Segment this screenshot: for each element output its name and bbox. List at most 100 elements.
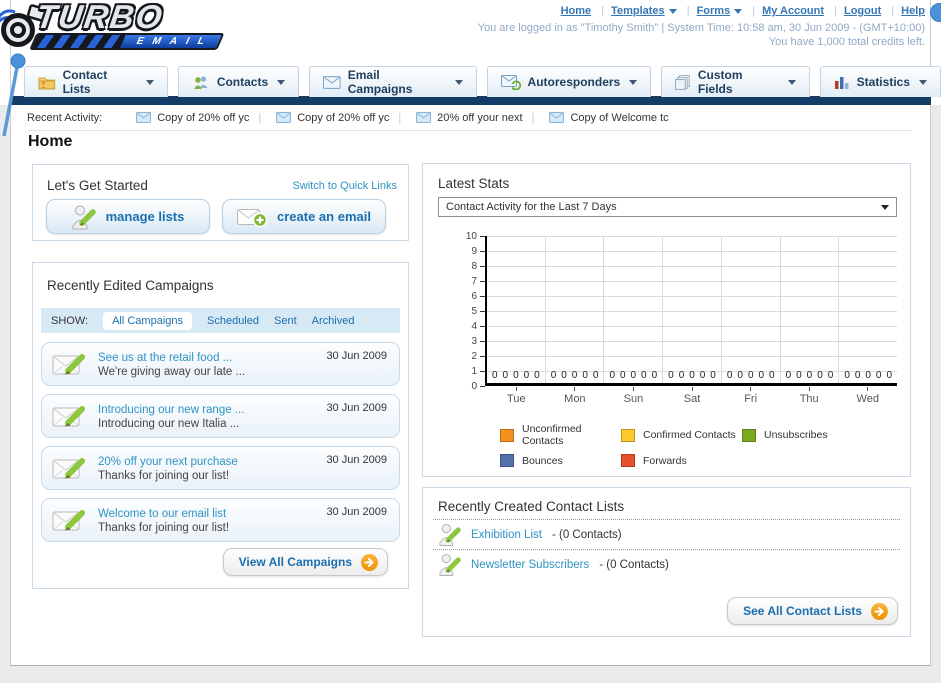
campaign-row[interactable]: Welcome to our email list Thanks for joi… <box>41 498 400 542</box>
top-nav-help[interactable]: Help <box>884 5 925 17</box>
contact-list-count: - (0 Contacts) <box>551 528 622 541</box>
session-info: You are logged in as "Timothy Smith" | S… <box>478 21 925 49</box>
campaign-row[interactable]: 20% off your next purchase Thanks for jo… <box>41 446 400 490</box>
bar-value-labels: 00000 <box>609 370 658 381</box>
contact-lists-card: Recently Created Contact Lists Exhibitio… <box>422 487 911 637</box>
tab-custom-fields[interactable]: Custom Fields <box>661 66 810 97</box>
y-tick: 5 <box>457 306 485 317</box>
recent-activity-text: Copy of 20% off yc <box>157 111 250 124</box>
legend-item: Bounces <box>500 454 621 467</box>
main-nav-tabs: Contact Lists Contacts Email Campaigns A… <box>24 66 941 97</box>
recent-activity-text: Copy of Welcome tc <box>570 111 669 124</box>
top-nav-forms[interactable]: Forms <box>680 5 743 17</box>
y-tick: 4 <box>457 321 485 332</box>
get-started-buttons: manage lists create an email <box>46 199 386 234</box>
campaign-list: See us at the retail food ... We're givi… <box>41 342 400 542</box>
x-tick-label: Mon <box>546 387 605 405</box>
tab-email-campaigns[interactable]: Email Campaigns <box>309 66 477 97</box>
tab-contact-lists[interactable]: Contact Lists <box>24 66 168 97</box>
contact-activity-chart: 10 9 8 7 6 5 4 3 2 1 0 000000000000000000000000000… <box>438 231 897 467</box>
legend-swatch <box>621 454 635 467</box>
tab-autoresponders[interactable]: Autoresponders <box>486 66 652 97</box>
contact-list-row[interactable]: Newsletter Subscribers - (0 Contacts) <box>433 549 900 579</box>
create-email-button[interactable]: create an email <box>222 199 386 234</box>
stats-dropdown[interactable]: Contact Activity for the Last 7 Days <box>438 197 897 217</box>
stacked-pages-icon <box>675 74 690 90</box>
tab-label: Custom Fields <box>697 68 743 96</box>
y-tick: 1 <box>457 366 485 377</box>
arrow-right-icon <box>871 602 888 620</box>
arrow-right-icon <box>361 553 378 571</box>
create-email-label: create an email <box>277 209 371 224</box>
recent-activity-item[interactable]: Copy of 20% off yc <box>136 112 249 124</box>
people-icon <box>193 75 208 89</box>
bar-value-labels: 00000 <box>844 370 892 381</box>
y-tick: 3 <box>457 336 485 347</box>
contact-list-name-link[interactable]: Newsletter Subscribers <box>471 559 589 571</box>
filter-archived[interactable]: Archived <box>312 315 355 327</box>
person-edit-icon <box>439 523 461 546</box>
tab-contacts[interactable]: Contacts <box>177 66 300 97</box>
campaign-date: 30 Jun 2009 <box>326 402 387 414</box>
envelope-edit-icon <box>52 457 85 478</box>
latest-stats-card: Latest Stats Contact Activity for the La… <box>422 163 911 477</box>
brand-wordmark: TURBO EMAIL <box>29 0 227 50</box>
legend-swatch <box>500 428 514 442</box>
tab-label: Statistics <box>856 75 910 89</box>
contact-list-name-link[interactable]: Exhibition List <box>471 529 542 541</box>
see-all-contact-lists-button[interactable]: See All Contact Lists <box>727 597 898 625</box>
tab-label: Contacts <box>216 75 269 89</box>
campaigns-title: Recently Edited Campaigns <box>47 278 214 293</box>
top-nav-logout[interactable]: Logout <box>827 5 881 17</box>
y-tick: 6 <box>457 291 485 302</box>
campaign-date: 30 Jun 2009 <box>326 454 387 466</box>
contact-lists-title: Recently Created Contact Lists <box>438 499 625 514</box>
get-started-card: Let's Get Started Switch to Quick Links … <box>32 164 409 241</box>
chevron-down-icon <box>277 79 286 85</box>
chevron-down-icon <box>881 204 889 210</box>
session-line1: You are logged in as "Timothy Smith" | S… <box>477 22 925 34</box>
y-tick: 0 <box>457 381 485 392</box>
campaign-date: 30 Jun 2009 <box>326 350 387 362</box>
envelope-edit-icon <box>52 509 85 530</box>
top-nav-my-account[interactable]: My Account <box>745 5 824 17</box>
tab-label: Contact Lists <box>62 68 108 96</box>
contact-list-count: - (0 Contacts) <box>599 558 669 571</box>
chart-y-axis: 10 9 8 7 6 5 4 3 2 1 0 <box>438 231 485 392</box>
envelope-add-icon <box>237 208 268 227</box>
brand-logo[interactable]: TURBO EMAIL <box>0 0 225 50</box>
envelope-edit-icon <box>52 353 85 374</box>
top-nav-templates[interactable]: Templates <box>594 5 677 17</box>
contact-list-items: Exhibition List - (0 Contacts) Newslette… <box>433 519 900 579</box>
brand-title: TURBO <box>33 0 167 35</box>
view-all-campaigns-button[interactable]: View All Campaigns <box>222 548 388 576</box>
filter-scheduled[interactable]: Scheduled <box>207 315 259 327</box>
bar-value-labels: 00000 <box>785 370 834 381</box>
tab-label: Autoresponders <box>527 75 621 89</box>
top-nav-home[interactable]: Home <box>561 5 592 17</box>
contact-list-row[interactable]: Exhibition List - (0 Contacts) <box>433 519 900 549</box>
top-nav: Home Templates Forms My Account Logout H… <box>561 5 925 17</box>
tab-statistics[interactable]: Statistics <box>819 66 941 97</box>
filter-all-campaigns[interactable]: All Campaigns <box>103 311 192 330</box>
divider <box>28 130 912 131</box>
recent-activity-item[interactable]: 20% off your next <box>389 112 523 124</box>
latest-stats-title: Latest Stats <box>438 176 510 191</box>
recent-activity-item[interactable]: Copy of Welcome tc <box>523 112 669 124</box>
filter-sent[interactable]: Sent <box>274 315 297 327</box>
chart-plot-columns: 00000 00000 00000 00000 00000 00000 00000 <box>487 236 897 383</box>
campaign-row[interactable]: Introducing our new range ... Introducin… <box>41 394 400 438</box>
chart-x-axis: Tue Mon Sun Sat Fri Thu Wed <box>487 387 897 405</box>
get-started-title: Let's Get Started <box>47 178 148 193</box>
legend-swatch <box>621 428 635 442</box>
campaign-row[interactable]: See us at the retail food ... We're givi… <box>41 342 400 386</box>
balloon-string-decoration <box>2 53 26 137</box>
campaign-subtitle: Thanks for joining our list! <box>98 522 230 534</box>
x-tick-label: Sat <box>663 387 722 405</box>
manage-lists-button[interactable]: manage lists <box>46 199 210 234</box>
chevron-down-icon <box>454 79 463 85</box>
recent-activity-item[interactable]: Copy of 20% off yc <box>249 112 389 124</box>
switch-quick-links[interactable]: Switch to Quick Links <box>292 180 397 192</box>
legend-item: Confirmed Contacts <box>621 423 742 447</box>
x-tick-label: Sun <box>604 387 663 405</box>
